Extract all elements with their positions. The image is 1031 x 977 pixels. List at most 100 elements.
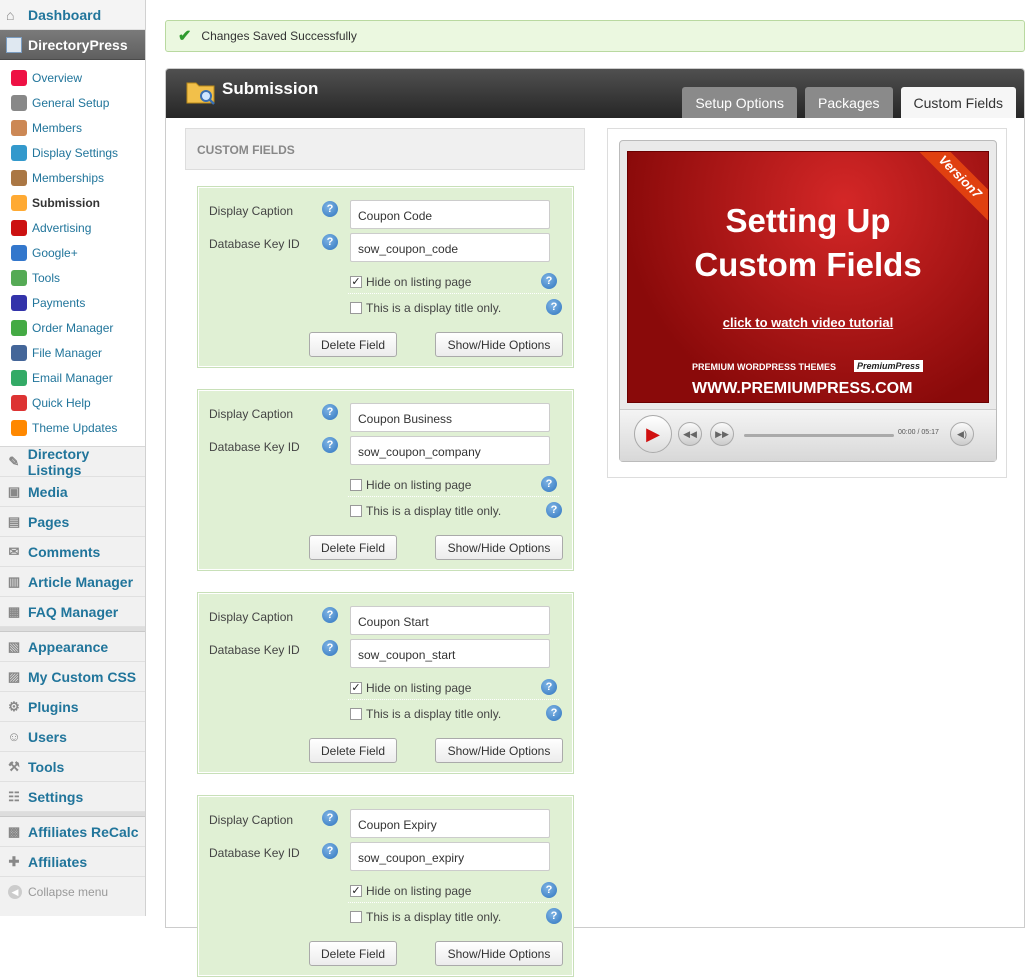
submenu-google[interactable]: Google+ xyxy=(0,240,145,265)
submenu-file-manager[interactable]: File Manager xyxy=(0,340,145,365)
submenu-label: Tools xyxy=(32,270,61,285)
help-icon[interactable]: ? xyxy=(546,502,562,518)
help-icon[interactable]: ? xyxy=(541,882,557,898)
menu-directorypress-label: DirectoryPress xyxy=(28,36,128,53)
forward-icon[interactable]: ▶▶ xyxy=(710,422,734,446)
hide-on-listing-checkbox[interactable]: ✓ Hide on listing page xyxy=(350,884,471,898)
display-title-checkbox[interactable]: This is a display title only. xyxy=(350,707,501,721)
database-key-input[interactable]: sow_coupon_expiry xyxy=(350,842,550,871)
menu-affiliates[interactable]: ✚ Affiliates xyxy=(0,847,145,877)
show-hide-options-button[interactable]: Show/Hide Options xyxy=(435,535,563,560)
panel-tabs: Setup Options Packages Custom Fields xyxy=(674,87,1016,118)
help-icon[interactable]: ? xyxy=(541,679,557,695)
menu-label: Pages xyxy=(28,513,70,530)
menu-dashboard[interactable]: ⌂ Dashboard xyxy=(0,0,145,30)
database-key-input[interactable]: sow_coupon_code xyxy=(350,233,550,262)
checkbox[interactable] xyxy=(350,911,362,923)
database-key-input[interactable]: sow_coupon_start xyxy=(350,639,550,668)
tab-setup-options[interactable]: Setup Options xyxy=(682,87,798,118)
submenu-theme-updates[interactable]: Theme Updates xyxy=(0,415,145,440)
rewind-icon[interactable]: ◀◀ xyxy=(678,422,702,446)
checkbox[interactable] xyxy=(350,708,362,720)
checkbox[interactable] xyxy=(350,479,362,491)
display-caption-input[interactable]: Coupon Expiry xyxy=(350,809,550,838)
help-icon[interactable]: ? xyxy=(546,908,562,924)
submenu-advertising[interactable]: Advertising xyxy=(0,215,145,240)
delete-field-button[interactable]: Delete Field xyxy=(309,535,397,560)
menu-article-manager[interactable]: ▥ Article Manager xyxy=(0,567,145,597)
tab-packages[interactable]: Packages xyxy=(805,87,893,118)
help-icon[interactable]: ? xyxy=(546,299,562,315)
menu-affiliates-recalc[interactable]: ▩ Affiliates ReCalc xyxy=(0,817,145,847)
hide-on-listing-checkbox[interactable]: Hide on listing page xyxy=(350,478,471,492)
display-caption-input[interactable]: Coupon Business xyxy=(350,403,550,432)
help-icon[interactable]: ? xyxy=(322,810,338,826)
menu-directory-listings[interactable]: ✎ Directory Listings xyxy=(0,446,145,478)
submenu-order-manager[interactable]: Order Manager xyxy=(0,315,145,340)
display-title-checkbox[interactable]: This is a display title only. xyxy=(350,301,501,315)
grid-icon xyxy=(11,144,27,161)
hide-on-listing-checkbox[interactable]: ✓ Hide on listing page xyxy=(350,681,471,695)
help-icon[interactable]: ? xyxy=(322,234,338,250)
help-icon[interactable]: ? xyxy=(541,476,557,492)
submenu-quick-help[interactable]: Quick Help xyxy=(0,390,145,415)
checkbox[interactable] xyxy=(350,505,362,517)
menu-directorypress[interactable]: DirectoryPress xyxy=(0,30,145,60)
menu-tools[interactable]: ⚒ Tools xyxy=(0,752,145,782)
hide-on-listing-checkbox[interactable]: ✓ Hide on listing page xyxy=(350,275,471,289)
menu-my-custom-css[interactable]: ▨ My Custom CSS xyxy=(0,662,145,692)
delete-field-button[interactable]: Delete Field xyxy=(309,941,397,966)
help-icon[interactable]: ? xyxy=(322,437,338,453)
display-title-checkbox[interactable]: This is a display title only. xyxy=(350,910,501,924)
submenu-email-manager[interactable]: Email Manager xyxy=(0,365,145,390)
help-icon[interactable]: ? xyxy=(322,640,338,656)
help-icon[interactable]: ? xyxy=(322,607,338,623)
menu-comments[interactable]: ✉ Comments xyxy=(0,537,145,567)
play-icon[interactable]: ▶ xyxy=(634,415,672,453)
checkbox[interactable]: ✓ xyxy=(350,682,362,694)
database-key-input[interactable]: sow_coupon_company xyxy=(350,436,550,465)
submenu-display-settings[interactable]: Display Settings xyxy=(0,140,145,165)
video-thumbnail[interactable]: Version7 Setting Up Custom Fields click … xyxy=(627,151,989,403)
menu-media[interactable]: ▣ Media xyxy=(0,477,145,507)
show-hide-options-button[interactable]: Show/Hide Options xyxy=(435,941,563,966)
menu-plugins[interactable]: ⚙ Plugins xyxy=(0,692,145,722)
display-title-checkbox[interactable]: This is a display title only. xyxy=(350,504,501,518)
checkbox[interactable]: ✓ xyxy=(350,885,362,897)
help-icon[interactable]: ? xyxy=(541,273,557,289)
user-icon xyxy=(11,119,27,136)
delete-field-button[interactable]: Delete Field xyxy=(309,332,397,357)
show-hide-options-button[interactable]: Show/Hide Options xyxy=(435,738,563,763)
help-icon[interactable]: ? xyxy=(322,404,338,420)
menu-pages[interactable]: ▤ Pages xyxy=(0,507,145,537)
submenu-label: Display Settings xyxy=(32,145,119,160)
submenu-payments[interactable]: Payments xyxy=(0,290,145,315)
display-caption-input[interactable]: Coupon Start xyxy=(350,606,550,635)
menu-settings[interactable]: ☷ Settings xyxy=(0,782,145,812)
submenu-members[interactable]: Members xyxy=(0,115,145,140)
submenu-tools[interactable]: Tools xyxy=(0,265,145,290)
menu-appearance[interactable]: ▧ Appearance xyxy=(0,632,145,662)
delete-field-button[interactable]: Delete Field xyxy=(309,738,397,763)
menu-label: Affiliates ReCalc xyxy=(28,823,139,840)
help-icon[interactable]: ? xyxy=(546,705,562,721)
menu-users[interactable]: ☺ Users xyxy=(0,722,145,752)
submenu-general-setup[interactable]: General Setup xyxy=(0,90,145,115)
checkbox[interactable]: ✓ xyxy=(350,276,362,288)
volume-icon[interactable]: ◀) xyxy=(950,422,974,446)
progress-track[interactable] xyxy=(744,434,894,437)
menu-faq-manager[interactable]: ▦ FAQ Manager xyxy=(0,597,145,627)
submenu-memberships[interactable]: Memberships xyxy=(0,165,145,190)
help-icon[interactable]: ? xyxy=(322,843,338,859)
show-hide-options-button[interactable]: Show/Hide Options xyxy=(435,332,563,357)
submenu-submission[interactable]: Submission xyxy=(0,190,145,215)
watch-video-link[interactable]: click to watch video tutorial xyxy=(628,315,988,330)
collapse-menu[interactable]: ◀ Collapse menu xyxy=(0,877,145,907)
menu-label: Appearance xyxy=(28,638,109,655)
display-caption-input[interactable]: Coupon Code xyxy=(350,200,550,229)
help-icon[interactable]: ? xyxy=(322,201,338,217)
checkbox-label: This is a display title only. xyxy=(366,910,502,924)
tab-custom-fields[interactable]: Custom Fields xyxy=(900,87,1016,118)
submenu-overview[interactable]: Overview xyxy=(0,65,145,90)
checkbox[interactable] xyxy=(350,302,362,314)
